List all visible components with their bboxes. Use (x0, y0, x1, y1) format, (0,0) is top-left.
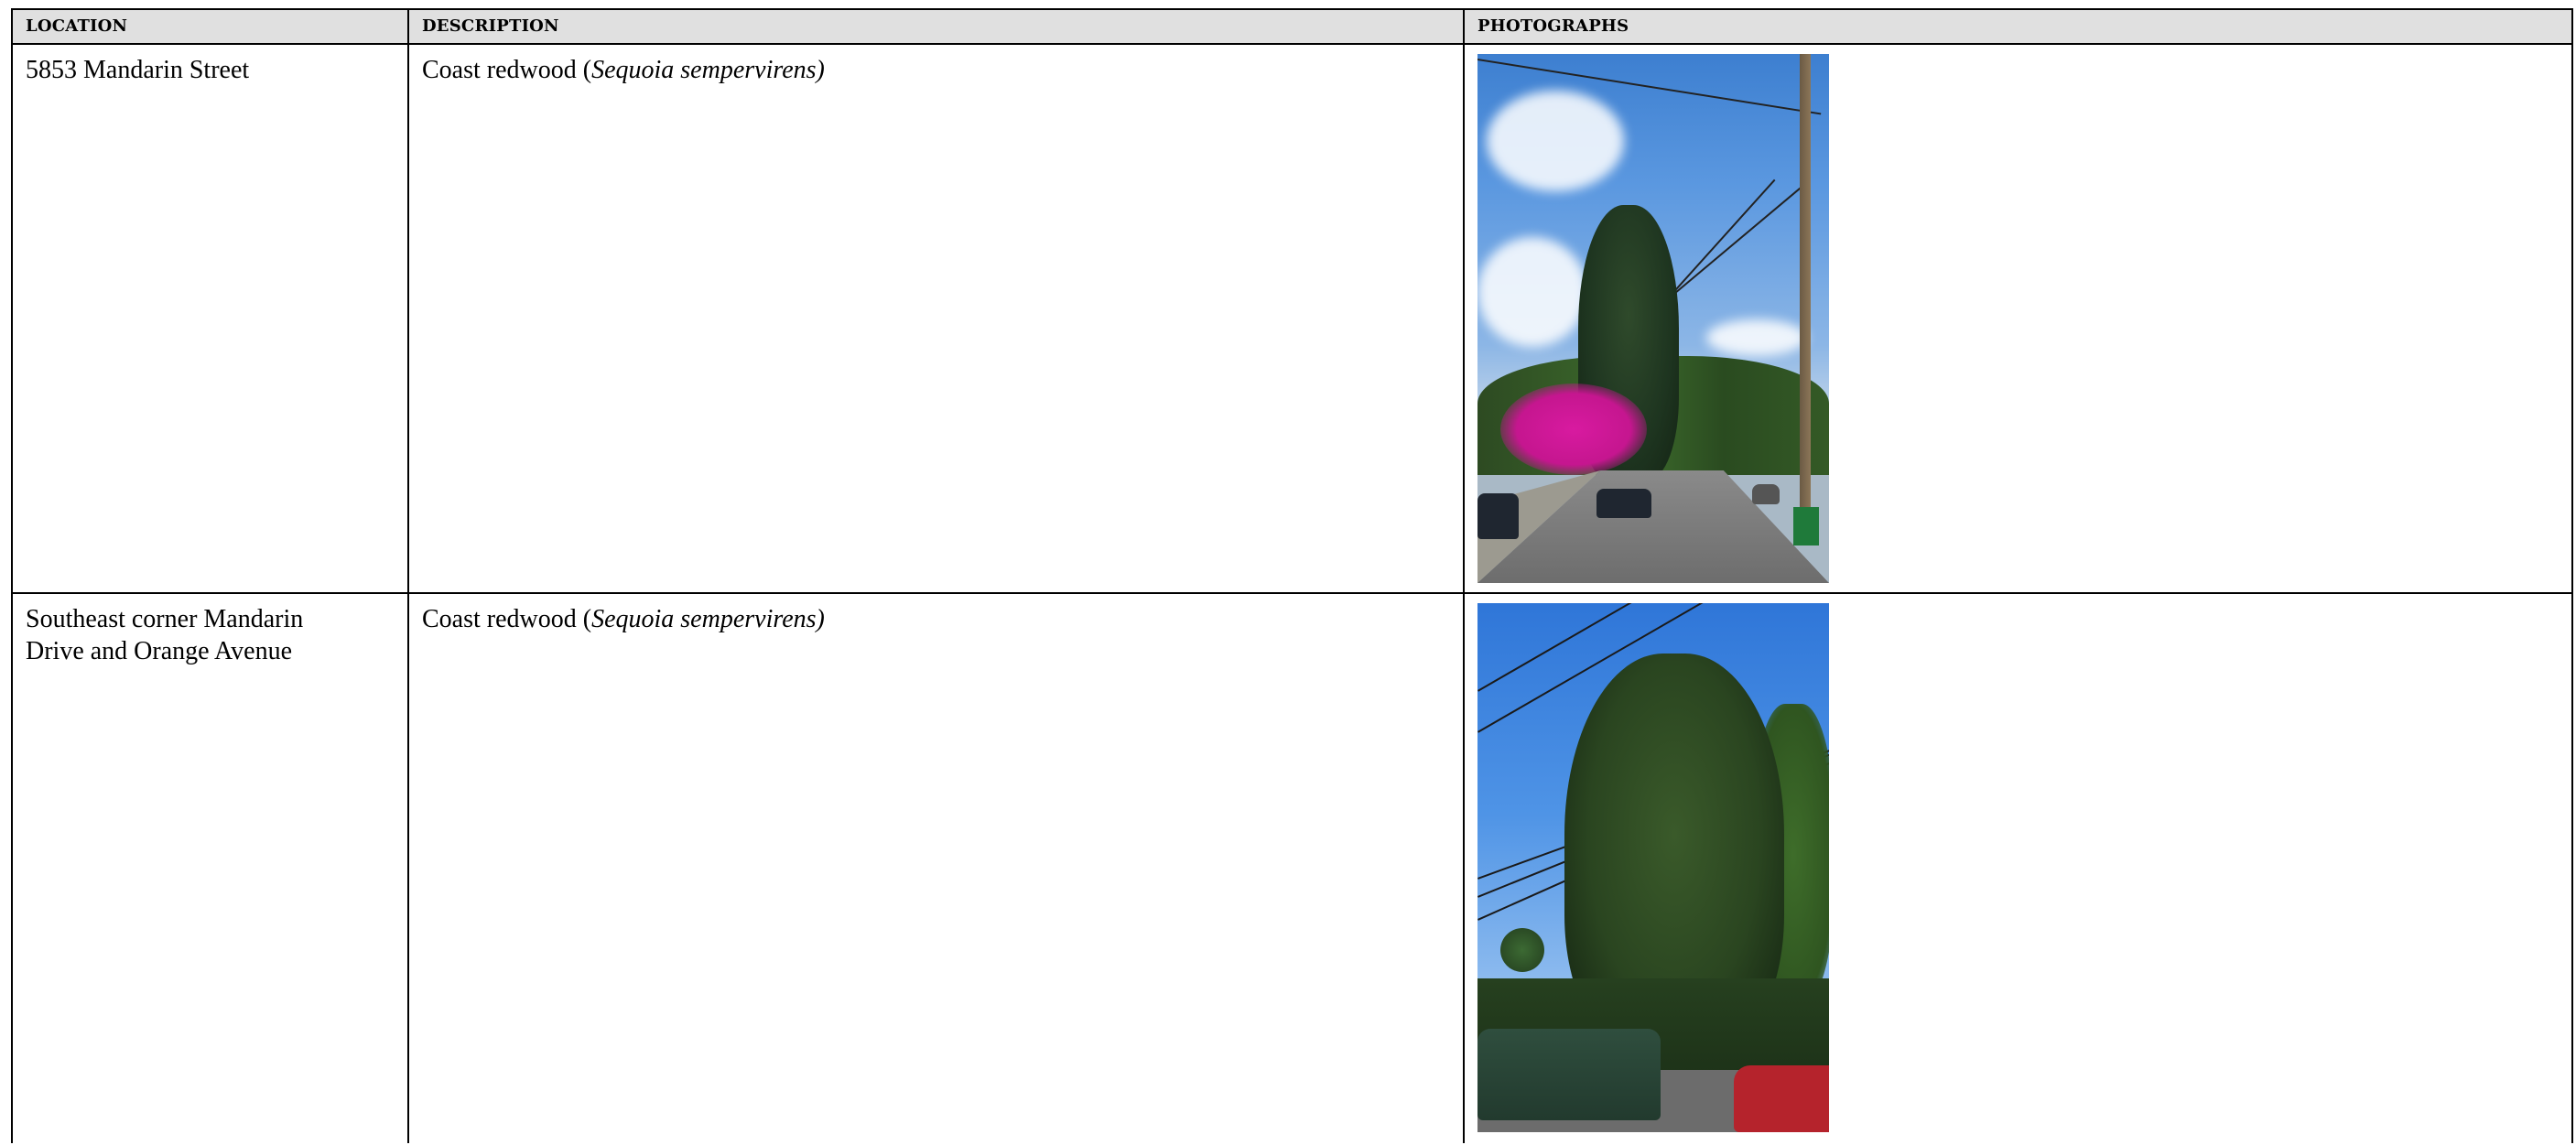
table-header: LOCATION DESCRIPTION PHOTOGRAPHS (13, 10, 2571, 45)
parked-car (1752, 484, 1780, 504)
redwood-photo-1[interactable] (1477, 54, 1829, 583)
utility-pole (1800, 54, 1811, 530)
parked-car (1477, 493, 1519, 539)
species-name: Sequoia sempervirens) (591, 56, 825, 84)
location-cell: Southeast corner Mandarin Drive and Oran… (13, 594, 407, 1145)
species-name: Sequoia sempervirens) (591, 605, 825, 633)
palm-tree (1500, 928, 1544, 972)
header-description: DESCRIPTION (422, 16, 559, 36)
description-cell: Coast redwood (Sequoia sempervirens) (409, 45, 1463, 592)
location-text-line: Drive and Orange Avenue (26, 637, 293, 665)
header-photographs: PHOTOGRAPHS (1477, 16, 1629, 36)
cloud-shape (1706, 319, 1807, 356)
photograph-cell (1465, 45, 2571, 592)
tree-inventory-table: LOCATION DESCRIPTION PHOTOGRAPHS 5853 Ma… (11, 8, 2573, 1143)
bougainvillea-shrub (1500, 383, 1647, 475)
pickup-truck (1477, 1029, 1661, 1120)
description-cell: Coast redwood (Sequoia sempervirens) (409, 594, 1463, 1145)
redwood-photo-2[interactable] (1477, 603, 1829, 1132)
table-row: Southeast corner Mandarin Drive and Oran… (13, 594, 2571, 1145)
parked-car (1596, 489, 1651, 518)
location-text-line: Southeast corner Mandarin (26, 605, 304, 633)
photograph-cell (1465, 594, 2571, 1145)
header-location: LOCATION (26, 16, 128, 36)
cloud-shape (1477, 237, 1587, 347)
trash-bin (1793, 507, 1819, 545)
table-row: 5853 Mandarin Street Coast redwood (Sequ… (13, 45, 2571, 594)
description-text: Coast redwood ( (422, 56, 592, 84)
location-cell: 5853 Mandarin Street (13, 45, 407, 592)
description-text: Coast redwood ( (422, 605, 592, 633)
cloud-shape (1487, 91, 1624, 191)
location-text: 5853 Mandarin Street (26, 56, 250, 84)
red-car (1734, 1065, 1829, 1132)
